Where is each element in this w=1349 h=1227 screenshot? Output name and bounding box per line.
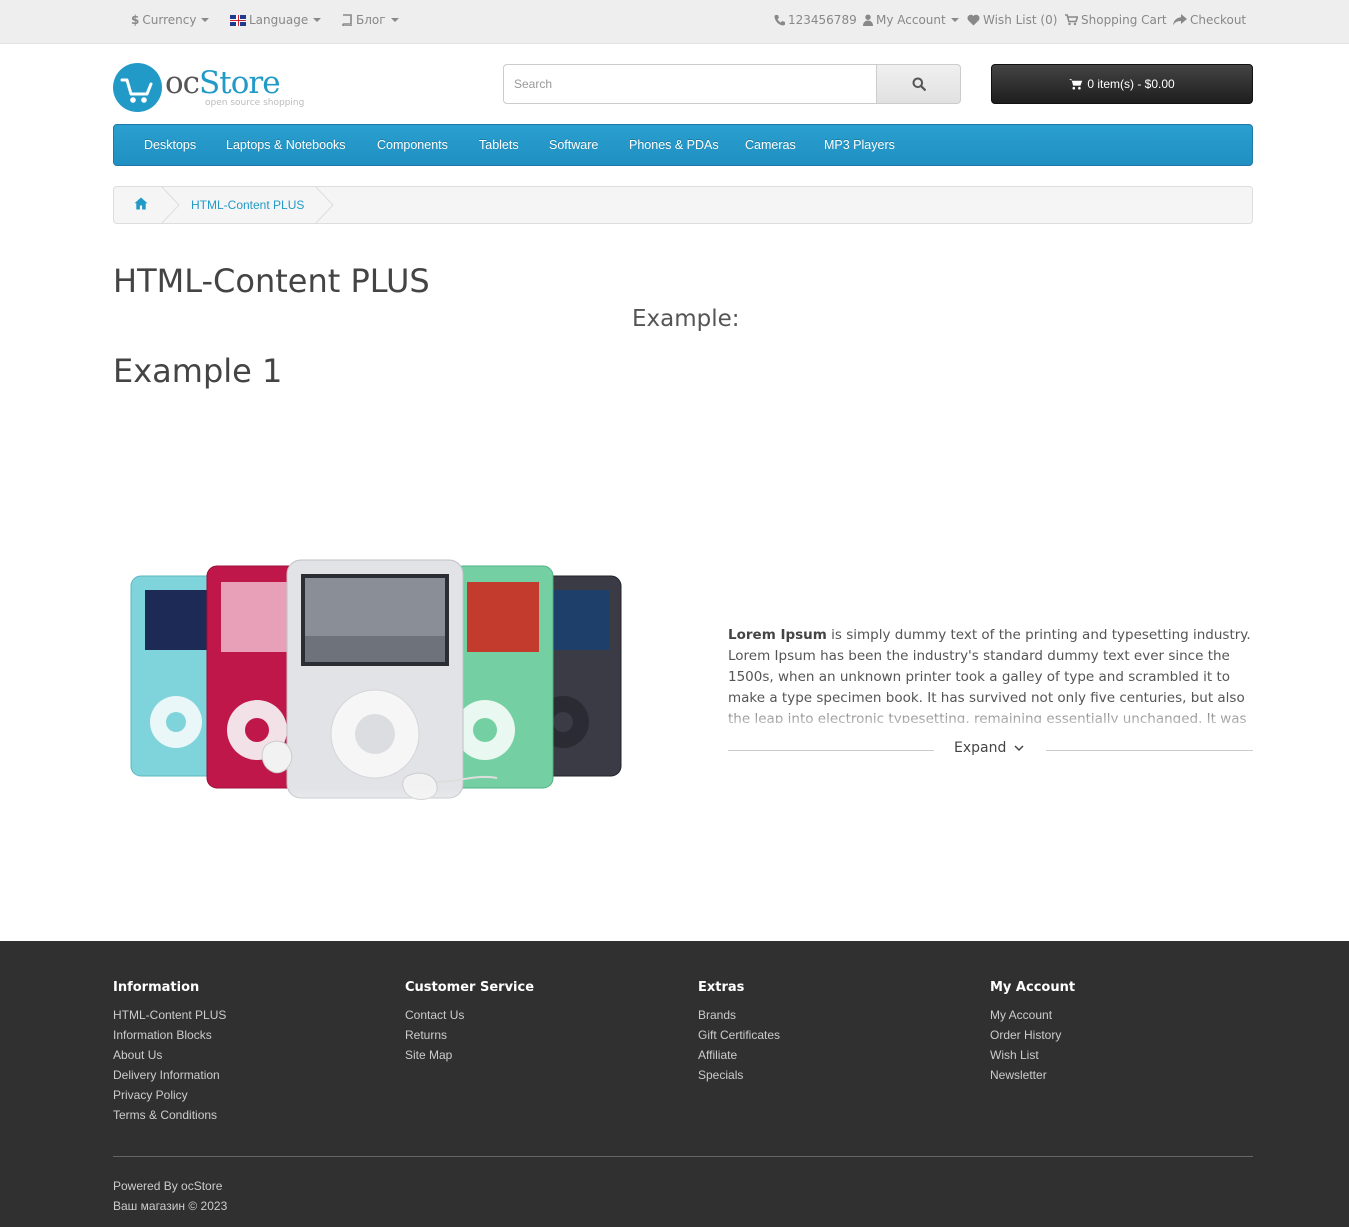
book-icon — [342, 14, 352, 26]
cart-total: 0 item(s) - $0.00 — [1087, 77, 1175, 91]
footer-link[interactable]: My Account — [990, 1005, 1075, 1025]
expand-row: Expand — [728, 740, 1253, 760]
category-menu: Desktops Laptops & Notebooks Components … — [113, 124, 1253, 166]
breadcrumb-separator — [161, 186, 180, 224]
footer-link[interactable]: Gift Certificates — [698, 1025, 780, 1045]
cart-button[interactable]: 0 item(s) - $0.00 — [991, 64, 1253, 104]
footer-column-customer-service: Customer Service Contact Us Returns Site… — [405, 980, 534, 1065]
my-account-dropdown[interactable]: My Account — [863, 13, 959, 27]
home-icon — [134, 197, 148, 210]
example-label: Example: — [632, 306, 740, 332]
footer-link[interactable]: Wish List — [990, 1045, 1075, 1065]
shopping-cart-link[interactable]: Shopping Cart — [1065, 13, 1167, 27]
footer-column-title: Extras — [698, 980, 745, 995]
footer-divider — [113, 1156, 1253, 1157]
breadcrumb: HTML-Content PLUS — [113, 186, 1253, 224]
search-input[interactable] — [503, 64, 877, 104]
footer-link[interactable]: Returns — [405, 1025, 534, 1045]
language-dropdown[interactable]: Language — [230, 13, 322, 27]
shopping-cart-label: Shopping Cart — [1081, 13, 1167, 27]
footer-link[interactable]: Site Map — [405, 1045, 534, 1065]
footer-link[interactable]: HTML-Content PLUS — [113, 1005, 226, 1025]
caret-down-icon — [313, 18, 322, 22]
menu-item-mp3-players[interactable]: MP3 Players — [824, 138, 895, 152]
checkout-link[interactable]: Checkout — [1173, 13, 1246, 27]
menu-item-desktops[interactable]: Desktops — [144, 138, 196, 152]
logo-tagline: open source shopping — [205, 98, 305, 108]
currency-dropdown[interactable]: $ Currency — [131, 13, 210, 27]
menu-item-cameras[interactable]: Cameras — [745, 138, 796, 152]
logo-text: ocStore — [165, 65, 281, 101]
search-icon — [912, 77, 926, 91]
footer-link[interactable]: Information Blocks — [113, 1025, 226, 1045]
blog-label: Блог — [356, 13, 386, 27]
footer-link[interactable]: Affiliate — [698, 1045, 780, 1065]
footer-link[interactable]: About Us — [113, 1045, 226, 1065]
user-icon — [863, 14, 873, 26]
menu-item-components[interactable]: Components — [377, 138, 448, 152]
footer-column-title: My Account — [990, 980, 1076, 995]
footer-column-title: Customer Service — [405, 980, 535, 995]
footer-column-my-account: My Account My Account Order History Wish… — [990, 980, 1075, 1085]
logo-cart-icon — [113, 63, 162, 112]
footer-column-information: Information HTML-Content PLUS Informatio… — [113, 980, 226, 1125]
language-label: Language — [249, 13, 309, 27]
menu-item-phones-pdas[interactable]: Phones & PDAs — [629, 138, 719, 152]
breadcrumb-home[interactable] — [134, 197, 148, 213]
caret-down-icon — [201, 18, 210, 22]
ipod-nano-image — [125, 559, 625, 836]
menu-item-laptops-notebooks[interactable]: Laptops & Notebooks — [226, 138, 346, 152]
currency-label: Currency — [142, 13, 197, 27]
page-title: HTML-Content PLUS — [113, 262, 430, 300]
expand-button[interactable]: Expand — [954, 740, 1024, 756]
footer-link[interactable]: Terms & Conditions — [113, 1105, 226, 1125]
footer-link[interactable]: Order History — [990, 1025, 1075, 1045]
shopping-cart-icon — [1065, 14, 1078, 26]
footer-link[interactable]: Contact Us — [405, 1005, 534, 1025]
footer-link[interactable]: Brands — [698, 1005, 780, 1025]
blog-dropdown[interactable]: Блог — [341, 13, 399, 27]
heart-icon — [967, 14, 980, 26]
share-icon — [1173, 14, 1187, 26]
checkout-label: Checkout — [1190, 13, 1247, 27]
phone-icon — [774, 15, 785, 26]
my-account-label: My Account — [876, 13, 946, 27]
powered-by: Powered By ocStore — [113, 1179, 223, 1193]
wish-list-link[interactable]: Wish List (0) — [967, 13, 1057, 27]
footer-column-extras: Extras Brands Gift Certificates Affiliat… — [698, 980, 780, 1085]
breadcrumb-item[interactable]: HTML-Content PLUS — [191, 198, 304, 212]
phone-number: 123456789 — [788, 13, 857, 27]
footer: Information HTML-Content PLUS Informatio… — [0, 941, 1349, 1227]
menu-item-tablets[interactable]: Tablets — [479, 138, 519, 152]
caret-down-icon — [390, 18, 399, 22]
search-button[interactable] — [876, 64, 961, 104]
expand-divider-left — [728, 750, 934, 751]
chevron-down-icon — [1014, 744, 1024, 751]
breadcrumb-separator — [315, 186, 334, 224]
phone-link[interactable]: 123456789 — [774, 13, 857, 27]
caret-down-icon — [950, 18, 959, 22]
store-logo[interactable]: ocStore open source shopping — [113, 63, 305, 113]
search-bar — [503, 64, 961, 104]
uk-flag-icon — [230, 14, 246, 26]
logo-text-store: Store — [199, 65, 281, 101]
copyright: Ваш магазин © 2023 — [113, 1199, 228, 1213]
example-heading: Example 1 — [113, 352, 283, 390]
expand-label: Expand — [954, 740, 1007, 756]
footer-link[interactable]: Newsletter — [990, 1065, 1075, 1085]
footer-link[interactable]: Specials — [698, 1065, 780, 1085]
lorem-bold: Lorem Ipsum — [728, 627, 827, 643]
logo-text-oc: oc — [165, 65, 200, 101]
shopping-cart-icon — [1069, 79, 1083, 90]
top-bar: $ Currency Language Блог 123456789 My Ac… — [0, 0, 1349, 44]
lorem-fade-overlay — [728, 703, 1253, 723]
footer-link[interactable]: Privacy Policy — [113, 1085, 226, 1105]
dollar-icon: $ — [131, 13, 140, 27]
menu-item-software[interactable]: Software — [549, 138, 598, 152]
wish-list-label: Wish List (0) — [983, 13, 1058, 27]
expand-divider-right — [1046, 750, 1253, 751]
footer-link[interactable]: Delivery Information — [113, 1065, 226, 1085]
footer-column-title: Information — [113, 980, 200, 995]
